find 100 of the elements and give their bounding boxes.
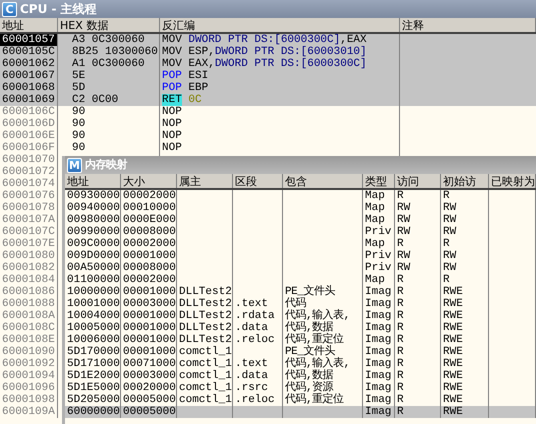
column-header[interactable]: HEX 数据 — [58, 18, 160, 32]
table-cell: RWE — [443, 346, 463, 358]
table-cell: RW — [397, 214, 410, 226]
table-cell: 00940000 — [67, 202, 120, 214]
table-cell: .rdata — [235, 310, 275, 322]
table-cell: comctl_1 — [179, 346, 232, 358]
column-header[interactable]: 初始访 — [441, 174, 489, 188]
column-header[interactable]: 访问 — [395, 174, 441, 188]
address-cell: 6000109A — [0, 406, 58, 418]
table-cell: RW — [397, 226, 410, 238]
table-cell: R — [397, 310, 404, 322]
table-cell: RW — [397, 250, 410, 262]
address-cell: 6000106D — [0, 118, 58, 130]
memory-row[interactable]: 5D171000 00071000 comctl_1 .text 代码,输入表, Imag R RWE — [65, 358, 536, 370]
hex-cell: 90 — [58, 130, 160, 142]
memory-row[interactable]: 009C0000 00002000 Map R R — [65, 238, 536, 250]
table-cell: DLLTest2 — [179, 334, 232, 346]
column-header[interactable]: 已映射为 — [489, 174, 536, 188]
table-cell: Map — [365, 190, 385, 202]
table-cell: 00071000 — [123, 358, 176, 370]
memory-row[interactable]: 00980000 0000E000 Map RW RW — [65, 214, 536, 226]
memory-row[interactable]: 10001000 00003000 DLLTest2 .text 代码 Imag R RWE — [65, 298, 536, 310]
table-cell: 代码,重定位 — [285, 334, 344, 346]
column-header[interactable]: 地址 — [65, 174, 121, 188]
table-cell: R — [397, 370, 404, 382]
table-cell: RW — [443, 262, 456, 274]
table-cell: RW — [443, 202, 456, 214]
table-cell: RWE — [443, 382, 463, 394]
table-cell: 00003000 — [123, 370, 176, 382]
table-cell: 00001000 — [123, 322, 176, 334]
table-cell: comctl_1 — [179, 382, 232, 394]
memory-row[interactable]: 10000000 00001000 DLLTest2 PE_文件头 Imag R RWE — [65, 286, 536, 298]
window-icon: C — [2, 2, 17, 16]
column-header[interactable]: 反汇编 — [160, 18, 400, 32]
column-header[interactable]: 属主 — [177, 174, 233, 188]
table-cell: RWE — [443, 286, 463, 298]
table-cell: 10004000 — [67, 310, 120, 322]
table-cell: 00020000 — [123, 382, 176, 394]
table-cell: R — [397, 322, 404, 334]
table-cell: 01100000 — [67, 274, 120, 286]
address-cell: 6000107E — [0, 238, 58, 250]
address-cell: 6000108C — [0, 322, 58, 334]
table-cell: 10006000 — [67, 334, 120, 346]
address-cell: 60001096 — [0, 382, 58, 394]
table-cell: R — [397, 238, 404, 250]
table-cell: Imag — [365, 370, 392, 382]
memory-row[interactable]: 01100000 00002000 Map R R — [65, 274, 536, 286]
table-cell: R — [397, 190, 404, 202]
memory-row[interactable]: 009D0000 00001000 Priv RW RW — [65, 250, 536, 262]
memory-row[interactable]: 10004000 00001000 DLLTest2 .rdata 代码,输入表, Imag R RWE — [65, 310, 536, 322]
column-header[interactable]: 地址 — [0, 18, 58, 32]
table-cell: R — [443, 238, 450, 250]
table-cell: 5D1E2000 — [67, 370, 120, 382]
memory-row[interactable]: 10005000 00001000 DLLTest2 .data 代码,数据 Imag R RWE — [65, 322, 536, 334]
table-cell: Priv — [365, 226, 392, 238]
table-cell: 代码,输入表, — [285, 358, 350, 370]
table-cell: RWE — [443, 394, 463, 406]
address-cell: 60001078 — [0, 202, 58, 214]
memory-row[interactable]: 00A50000 00008000 Priv RW RW — [65, 262, 536, 274]
table-cell: 00008000 — [123, 262, 176, 274]
table-cell: 00005000 — [123, 406, 176, 418]
column-header[interactable]: 区段 — [233, 174, 283, 188]
table-cell: R — [397, 298, 404, 310]
table-cell: 009D0000 — [67, 250, 120, 262]
memory-row[interactable]: 10006000 00001000 DLLTest2 .reloc 代码,重定位 Imag R RWE — [65, 334, 536, 346]
address-cell: 60001084 — [0, 274, 58, 286]
hex-cell: 90 — [58, 118, 160, 130]
table-cell: PE_文件头 — [285, 346, 335, 358]
memory-row[interactable]: 00940000 00010000 Map RW RW — [65, 202, 536, 214]
table-cell: Imag — [365, 298, 392, 310]
table-cell: R — [397, 274, 404, 286]
memory-row[interactable]: 5D1E2000 00003000 comctl_1 .data 代码,数据 Imag R RWE — [65, 370, 536, 382]
table-cell: 10001000 — [67, 298, 120, 310]
table-cell: DLLTest2 — [179, 310, 232, 322]
table-cell: Map — [365, 202, 385, 214]
table-cell: 00002000 — [123, 238, 176, 250]
column-header[interactable]: 包含 — [283, 174, 363, 188]
column-header[interactable]: 大小 — [121, 174, 177, 188]
memory-row[interactable]: 00930000 00002000 Map R R — [65, 190, 536, 202]
address-cell: 6000107C — [0, 226, 58, 238]
memory-row[interactable]: 5D170000 00001000 comctl_1 PE_文件头 Imag R RWE — [65, 346, 536, 358]
column-header[interactable]: 类型 — [363, 174, 395, 188]
table-cell: R — [397, 334, 404, 346]
table-cell: Imag — [365, 394, 392, 406]
memory-row[interactable]: 5D1E5000 00020000 comctl_1 .rsrc 代码,资源 Imag R RWE — [65, 382, 536, 394]
memory-row[interactable]: 00990000 00008000 Priv RW RW — [65, 226, 536, 238]
table-cell: R — [397, 406, 404, 418]
memory-row[interactable]: 60000000 00005000 Imag R RWE — [65, 406, 536, 418]
table-cell: comctl_1 — [179, 370, 232, 382]
column-header[interactable]: 注释 — [400, 18, 536, 32]
address-cell: 6000108A — [0, 310, 58, 322]
table-cell: Imag — [365, 382, 392, 394]
address-cell: 60001082 — [0, 262, 58, 274]
table-cell: R — [443, 190, 450, 202]
table-cell: 00003000 — [123, 298, 176, 310]
table-cell: Map — [365, 238, 385, 250]
table-cell: Imag — [365, 334, 392, 346]
table-cell: DLLTest2 — [179, 322, 232, 334]
address-cell: 6000107A — [0, 214, 58, 226]
disassembly-cell: NOP — [160, 130, 400, 142]
